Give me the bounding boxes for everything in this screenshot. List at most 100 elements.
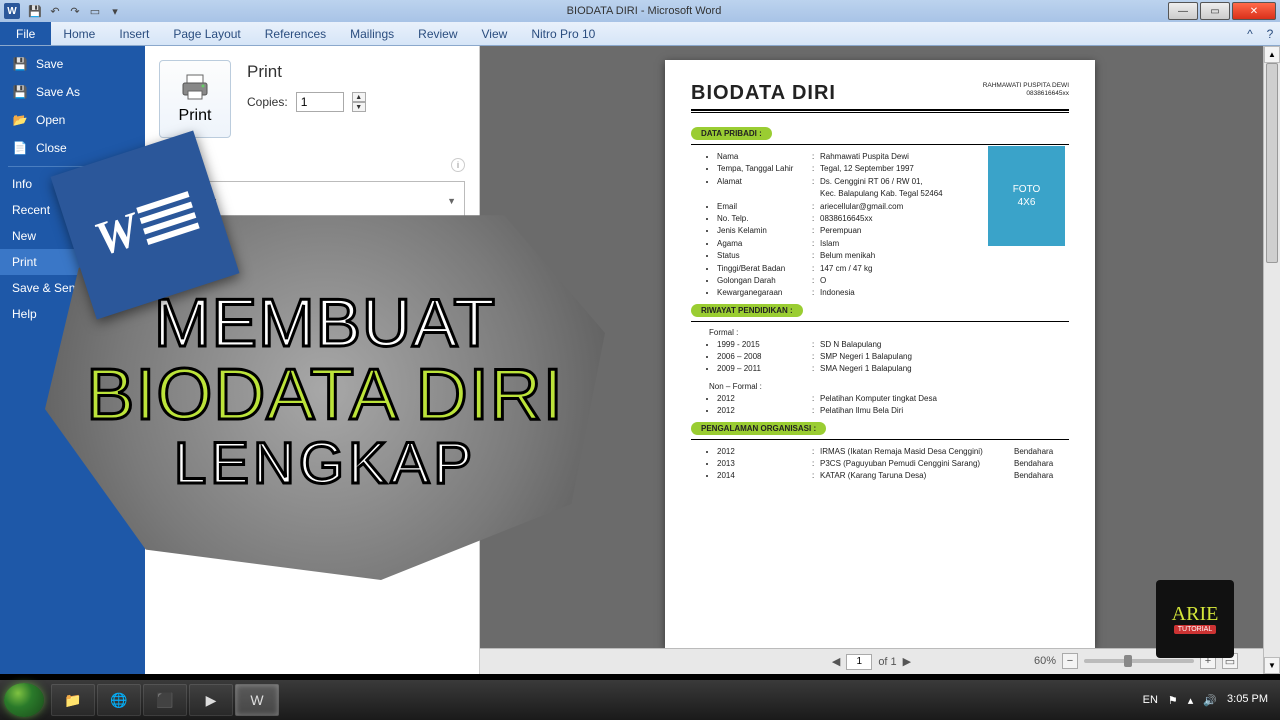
minimize-button[interactable]: — (1168, 2, 1198, 20)
sidebar-save[interactable]: 💾 Save (0, 50, 145, 78)
copies-up[interactable]: ▲ (352, 92, 366, 102)
tab-mailings[interactable]: Mailings (338, 22, 406, 45)
taskbar: 📁 🌐 ⬛ ▶ W EN ⚑ ▴ 🔊 3:05 PM (0, 680, 1280, 720)
section-personal: DATA PRIBADI : (691, 127, 772, 140)
sidebar-label: Print (12, 255, 37, 269)
taskbar-media[interactable]: ▶ (189, 684, 233, 716)
section-org: PENGALAMAN ORGANISASI : (691, 422, 826, 435)
sidebar-open[interactable]: 📂Open (0, 106, 145, 134)
section-education: RIWAYAT PENDIDIKAN : (691, 304, 803, 317)
qat-redo-icon[interactable]: ↷ (68, 4, 82, 18)
printer-properties-link[interactable]: Printer Properties (379, 227, 465, 239)
print-button-label: Print (179, 107, 212, 125)
tray-flag-icon[interactable]: ⚑ (1168, 694, 1178, 707)
zoom-percent: 60% (1034, 655, 1056, 667)
ribbon: File Home Insert Page Layout References … (0, 22, 1280, 46)
zoom-in-button[interactable]: + (1200, 653, 1216, 669)
prev-page-icon[interactable]: ◀ (832, 655, 840, 668)
printer-name: 00 series (168, 194, 217, 208)
copies-input[interactable] (296, 92, 344, 112)
word-app-icon: W (4, 3, 20, 19)
tab-home[interactable]: Home (51, 22, 107, 45)
edu-formal-heading: Formal : (709, 328, 1069, 337)
printer-icon (179, 73, 211, 101)
qat-save-icon[interactable]: 💾 (28, 4, 42, 18)
sidebar-label: New (12, 229, 36, 243)
printer-dropdown[interactable]: 00 series ▼ (159, 181, 465, 221)
quick-access-toolbar: 💾 ↶ ↷ ▭ ▾ (28, 4, 122, 18)
window-title: BIODATA DIRI - Microsoft Word (122, 5, 1166, 17)
tab-review[interactable]: Review (406, 22, 469, 45)
scroll-down-icon[interactable]: ▼ (1264, 657, 1280, 674)
zoom-handle[interactable] (1124, 655, 1132, 667)
start-button[interactable] (4, 683, 44, 717)
chevron-down-icon: ▼ (447, 196, 456, 206)
sidebar-close[interactable]: 📄 Close (0, 134, 145, 162)
sidebar-label: Close (36, 141, 67, 155)
tab-page-layout[interactable]: Page Layout (161, 22, 252, 45)
copies-label: Copies: (247, 95, 288, 109)
taskbar-explorer[interactable]: 📁 (51, 684, 95, 716)
tray-clock[interactable]: 3:05 PM (1227, 693, 1268, 706)
sidebar-label: Help (12, 307, 37, 321)
zoom-slider[interactable] (1084, 659, 1194, 663)
doc-header-name: RAHMAWATI PUSPITA DEWI0838616645xx (983, 82, 1069, 99)
taskbar-app[interactable]: ⬛ (143, 684, 187, 716)
page-number-input[interactable] (846, 654, 872, 670)
next-page-icon[interactable]: ▶ (903, 655, 911, 668)
zoom-fit-icon[interactable]: ▭ (1222, 653, 1238, 669)
save-icon: 💾 (12, 56, 28, 72)
close-button[interactable]: ✕ (1232, 2, 1276, 20)
title-bar: W 💾 ↶ ↷ ▭ ▾ BIODATA DIRI - Microsoft Wor… (0, 0, 1280, 22)
close-icon: 📄 (12, 140, 28, 156)
sidebar-new[interactable]: New (0, 223, 145, 249)
edu-nonformal-heading: Non – Formal : (709, 382, 1069, 391)
tab-references[interactable]: References (253, 22, 338, 45)
print-button[interactable]: Print (159, 60, 231, 138)
copies-down[interactable]: ▼ (352, 102, 366, 112)
sidebar-label: Save & Send (12, 281, 82, 295)
sidebar-recent[interactable]: Recent (0, 197, 145, 223)
system-tray: EN ⚑ ▴ 🔊 3:05 PM (1143, 693, 1276, 706)
sidebar-help[interactable]: Help (0, 301, 145, 327)
photo-placeholder: FOTO 4X6 (988, 146, 1065, 246)
tray-lang[interactable]: EN (1143, 694, 1158, 706)
sidebar-saveas[interactable]: 💾Save As (0, 78, 145, 106)
taskbar-word[interactable]: W (235, 684, 279, 716)
preview-scrollbar[interactable]: ▲ ▼ (1263, 46, 1280, 674)
edu-nonformal-list: 2012:Pelatihan Komputer tingkat Desa2012… (691, 393, 1069, 418)
print-panel: Print Print Copies: ▲▼ i Printer 00 seri… (145, 46, 480, 674)
print-preview: RAHMAWATI PUSPITA DEWI0838616645xx BIODA… (480, 46, 1280, 674)
tab-nitro[interactable]: Nitro Pro 10 (519, 22, 607, 45)
printer-heading: Printer (159, 158, 465, 173)
sidebar-print[interactable]: Print (0, 249, 145, 275)
taskbar-chrome[interactable]: 🌐 (97, 684, 141, 716)
sidebar-label: Open (36, 113, 65, 127)
scroll-up-icon[interactable]: ▲ (1264, 46, 1280, 63)
tab-file[interactable]: File (0, 22, 51, 45)
qat-undo-icon[interactable]: ↶ (48, 4, 62, 18)
sidebar-save-send[interactable]: Save & Send (0, 275, 145, 301)
help-icon[interactable]: ? (1260, 22, 1280, 45)
sidebar-label: Save (36, 57, 63, 71)
page-navigation: ◀ of 1 ▶ 60% − + ▭ (480, 648, 1263, 674)
sidebar-label: Save As (36, 85, 80, 99)
zoom-out-button[interactable]: − (1062, 653, 1078, 669)
edu-formal-list: 1999 - 2015:SD N Balapulang2006 – 2008:S… (691, 339, 1069, 376)
printer-info-icon[interactable]: i (451, 158, 465, 172)
sidebar-label: Recent (12, 203, 50, 217)
scroll-thumb[interactable] (1266, 63, 1278, 263)
ribbon-minimize-icon[interactable]: ^ (1240, 22, 1260, 45)
sidebar-info[interactable]: Info (0, 171, 145, 197)
sidebar-label: Info (12, 177, 32, 191)
tray-volume-icon[interactable]: 🔊 (1203, 694, 1217, 707)
qat-more-icon[interactable]: ▾ (108, 4, 122, 18)
maximize-button[interactable]: ▭ (1200, 2, 1230, 20)
page-of-label: of 1 (878, 656, 896, 668)
org-list: 2012:IRMAS (Ikatan Remaja Masid Desa Cen… (691, 446, 1069, 483)
document-page: RAHMAWATI PUSPITA DEWI0838616645xx BIODA… (665, 60, 1095, 648)
tab-insert[interactable]: Insert (107, 22, 161, 45)
qat-new-icon[interactable]: ▭ (88, 4, 102, 18)
tab-view[interactable]: View (470, 22, 520, 45)
tray-chevron-icon[interactable]: ▴ (1188, 694, 1194, 707)
